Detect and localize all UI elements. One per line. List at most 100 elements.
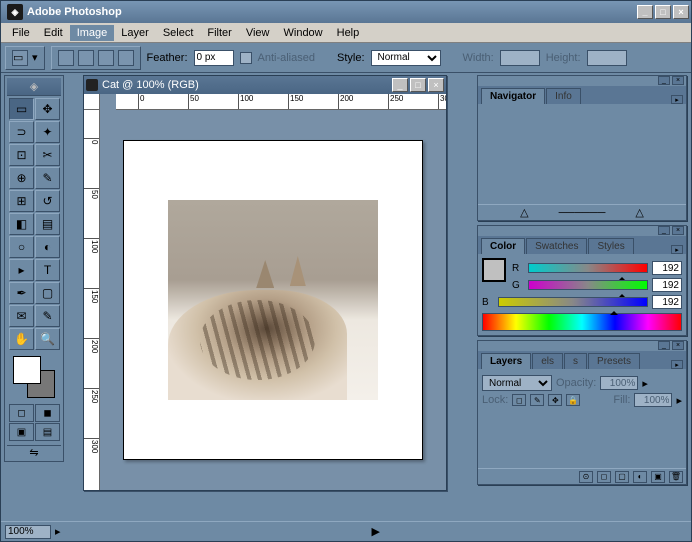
selection-add-icon[interactable] bbox=[78, 50, 94, 66]
lock-pixels-icon[interactable]: ✎ bbox=[530, 394, 544, 406]
zoom-input[interactable] bbox=[5, 525, 51, 539]
menu-view[interactable]: View bbox=[239, 25, 277, 41]
toolbox-header[interactable]: ◈ bbox=[7, 78, 61, 96]
blur-tool[interactable]: ○ bbox=[9, 236, 34, 258]
lasso-tool[interactable]: ⊃ bbox=[9, 121, 34, 143]
doc-maximize-button[interactable]: □ bbox=[410, 78, 426, 92]
foreground-color[interactable] bbox=[13, 356, 41, 384]
g-input[interactable] bbox=[652, 278, 682, 292]
lock-position-icon[interactable]: ✥ bbox=[548, 394, 562, 406]
selection-new-icon[interactable] bbox=[58, 50, 74, 66]
eraser-tool[interactable]: ◧ bbox=[9, 213, 34, 235]
blend-mode-select[interactable]: Normal bbox=[482, 375, 552, 391]
close-button[interactable]: × bbox=[673, 5, 689, 19]
heal-tool[interactable]: ⊕ bbox=[9, 167, 34, 189]
panel-menu-button[interactable]: ▸ bbox=[671, 360, 683, 369]
navigator-thumbnail[interactable] bbox=[478, 104, 686, 204]
tab-paths[interactable]: s bbox=[564, 353, 587, 369]
panel-minimize-button[interactable]: _ bbox=[658, 76, 670, 85]
zoom-out-icon[interactable]: △ bbox=[520, 206, 528, 219]
selection-subtract-icon[interactable] bbox=[98, 50, 114, 66]
screen-standard-icon[interactable]: ▣ bbox=[9, 423, 34, 441]
delete-layer-icon[interactable]: 🗑 bbox=[669, 471, 683, 483]
quickmask-on-icon[interactable]: ◼ bbox=[35, 404, 60, 422]
fill-input[interactable] bbox=[634, 393, 672, 407]
tab-color[interactable]: Color bbox=[481, 238, 525, 254]
layer-style-icon[interactable]: ⊙ bbox=[579, 471, 593, 483]
menu-select[interactable]: Select bbox=[156, 25, 201, 41]
antialiased-checkbox[interactable] bbox=[240, 52, 252, 64]
history-brush-tool[interactable]: ↺ bbox=[35, 190, 60, 212]
doc-minimize-button[interactable]: _ bbox=[392, 78, 408, 92]
marquee-tool[interactable]: ▭ bbox=[9, 98, 34, 120]
tab-layers[interactable]: Layers bbox=[481, 353, 531, 369]
r-slider[interactable] bbox=[528, 263, 648, 273]
tab-styles[interactable]: Styles bbox=[588, 238, 633, 254]
zoom-slider[interactable]: ────── bbox=[559, 207, 606, 219]
color-preview-swatch[interactable] bbox=[482, 258, 506, 282]
panel-close-button[interactable]: × bbox=[672, 226, 684, 235]
zoom-in-icon[interactable]: △ bbox=[635, 206, 643, 219]
opacity-input[interactable] bbox=[600, 376, 638, 390]
color-spectrum[interactable] bbox=[482, 313, 682, 331]
doc-close-button[interactable]: × bbox=[428, 78, 444, 92]
tab-channels[interactable]: els bbox=[532, 353, 563, 369]
style-select[interactable]: Normal bbox=[371, 50, 441, 66]
maximize-button[interactable]: □ bbox=[655, 5, 671, 19]
menu-layer[interactable]: Layer bbox=[114, 25, 156, 41]
imageready-icon[interactable]: ⇋ bbox=[7, 445, 61, 459]
chevron-down-icon[interactable]: ▸ bbox=[642, 377, 648, 390]
eyedropper-tool[interactable]: ✎ bbox=[35, 305, 60, 327]
panel-menu-button[interactable]: ▸ bbox=[671, 95, 683, 104]
g-slider[interactable] bbox=[528, 280, 648, 290]
height-input[interactable] bbox=[587, 50, 627, 66]
adjustment-layer-icon[interactable]: ◐ bbox=[633, 471, 647, 483]
color-swatches[interactable] bbox=[13, 356, 55, 398]
chevron-down-icon[interactable]: ▾ bbox=[32, 51, 38, 64]
dodge-tool[interactable]: ◐ bbox=[35, 236, 60, 258]
ruler-origin[interactable] bbox=[84, 94, 100, 110]
menu-image[interactable]: Image bbox=[70, 25, 115, 41]
selection-intersect-icon[interactable] bbox=[118, 50, 134, 66]
tab-presets[interactable]: Presets bbox=[588, 353, 640, 369]
layer-mask-icon[interactable]: ◻ bbox=[597, 471, 611, 483]
ruler-vertical[interactable]: 0 50 100 150 200 250 300 bbox=[84, 110, 100, 490]
chevron-down-icon[interactable]: ▸ bbox=[676, 394, 682, 407]
screen-full-menubar-icon[interactable]: ▤ bbox=[35, 423, 60, 441]
type-tool[interactable]: T bbox=[35, 259, 60, 281]
r-input[interactable] bbox=[652, 261, 682, 275]
menu-help[interactable]: Help bbox=[330, 25, 367, 41]
canvas-background[interactable] bbox=[100, 110, 446, 490]
crop-tool[interactable]: ⊡ bbox=[9, 144, 34, 166]
pen-tool[interactable]: ✒ bbox=[9, 282, 34, 304]
b-slider[interactable] bbox=[498, 297, 648, 307]
notes-tool[interactable]: ✉ bbox=[9, 305, 34, 327]
new-layer-icon[interactable]: ▣ bbox=[651, 471, 665, 483]
status-play-icon[interactable]: ▶ bbox=[372, 525, 380, 538]
status-chevron-icon[interactable]: ▸ bbox=[55, 525, 61, 538]
b-input[interactable] bbox=[652, 295, 682, 309]
tab-info[interactable]: Info bbox=[546, 88, 581, 104]
menu-filter[interactable]: Filter bbox=[200, 25, 238, 41]
canvas[interactable] bbox=[123, 140, 423, 460]
tab-swatches[interactable]: Swatches bbox=[526, 238, 587, 254]
feather-input[interactable] bbox=[194, 50, 234, 66]
marquee-tool-preset-icon[interactable]: ▭ bbox=[12, 50, 28, 66]
wand-tool[interactable]: ✦ bbox=[35, 121, 60, 143]
panel-close-button[interactable]: × bbox=[672, 341, 684, 350]
menu-edit[interactable]: Edit bbox=[37, 25, 70, 41]
gradient-tool[interactable]: ▤ bbox=[35, 213, 60, 235]
ruler-horizontal[interactable]: 0 50 100 150 200 250 300 bbox=[116, 94, 446, 110]
shape-tool[interactable]: ▢ bbox=[35, 282, 60, 304]
menu-file[interactable]: File bbox=[5, 25, 37, 41]
lock-transparency-icon[interactable]: ◻ bbox=[512, 394, 526, 406]
stamp-tool[interactable]: ⊞ bbox=[9, 190, 34, 212]
minimize-button[interactable]: _ bbox=[637, 5, 653, 19]
slice-tool[interactable]: ✂ bbox=[35, 144, 60, 166]
lock-all-icon[interactable]: 🔒 bbox=[566, 394, 580, 406]
panel-menu-button[interactable]: ▸ bbox=[671, 245, 683, 254]
layer-set-icon[interactable]: ▢ bbox=[615, 471, 629, 483]
path-tool[interactable]: ▸ bbox=[9, 259, 34, 281]
move-tool[interactable]: ✥ bbox=[35, 98, 60, 120]
zoom-tool[interactable]: 🔍 bbox=[35, 328, 60, 350]
